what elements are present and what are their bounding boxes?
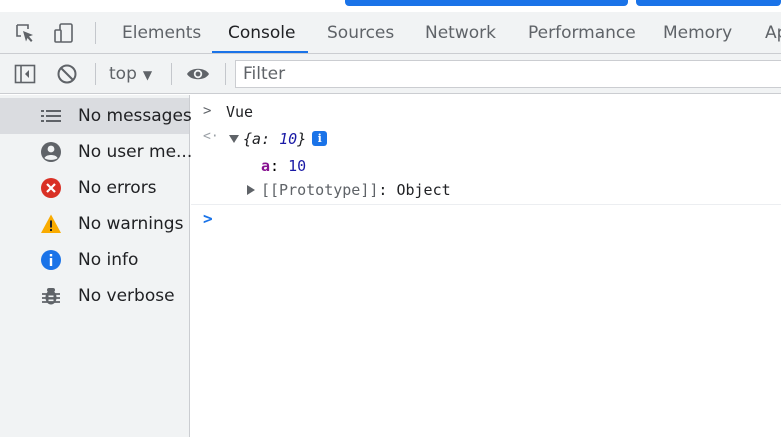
error-icon [40,177,62,199]
brace-open: { [243,130,253,148]
input-expression: Vue [226,103,254,121]
result-object-preview[interactable]: {a: 10} i [229,130,328,148]
prototype-label: [[Prototype]] [261,181,379,199]
sidebar-item-warnings[interactable]: No warnings [0,206,189,242]
sidebar-item-label: No errors [78,178,157,198]
context-selector[interactable]: top ▼ [109,54,152,94]
top-strip [0,0,781,12]
inspect-element-icon[interactable] [14,22,36,44]
list-icon [40,105,62,127]
sidebar-item-messages[interactable]: No messages [0,98,192,134]
tab-application[interactable]: Ap [765,12,781,54]
property-sep: : [270,157,289,175]
tab-separator [95,22,96,44]
warning-icon [40,213,62,235]
console-output: > Vue <· {a: 10} i a: 10 [[Prototype]]: O… [191,95,781,437]
blue-bar-left [345,0,628,6]
sidebar-item-label: No info [78,250,139,270]
prototype-row[interactable]: [[Prototype]]: Object [247,181,451,199]
expand-triangle-icon[interactable] [229,135,239,143]
tab-console[interactable]: Console [228,12,296,54]
sidebar-item-errors[interactable]: No errors [0,170,189,206]
toolbar-separator [225,63,226,85]
devtools-window: Elements Console Sources Network Perform… [0,0,781,437]
chevron-down-icon: ▼ [142,68,153,82]
property-value: 10 [288,157,307,175]
sidebar-item-info[interactable]: No info [0,242,189,278]
active-tab-indicator [212,51,308,53]
tab-elements[interactable]: Elements [122,12,201,54]
info-badge-icon[interactable]: i [312,131,328,146]
sidebar-item-user-messages[interactable]: No user me... [0,134,193,170]
tab-performance[interactable]: Performance [528,12,636,54]
user-icon [40,141,62,163]
console-sidebar: No messages No user me... No errors No w… [0,95,193,437]
console-prompt-icon[interactable]: > [203,209,213,228]
tab-memory[interactable]: Memory [663,12,732,54]
prototype-value: Object [396,181,451,199]
live-expression-eye-icon[interactable] [186,63,209,85]
result-value: 10 [279,130,298,148]
sidebar-item-label: No user me... [78,142,193,162]
prototype-sep: : [378,181,397,199]
result-key: a [252,130,262,148]
tab-network[interactable]: Network [425,12,496,54]
console-toolbar: top ▼ Filter [0,54,781,94]
context-label: top [109,64,137,84]
clear-console-icon[interactable] [56,63,78,85]
tab-sources[interactable]: Sources [327,12,394,54]
sidebar-item-label: No warnings [78,214,184,234]
toolbar-separator [171,63,172,85]
blue-bar-right [636,0,781,6]
sidebar-item-label: No messages [78,106,192,126]
result-return-icon: <· [203,129,219,144]
bug-icon [40,285,62,307]
message-divider [191,204,781,205]
info-icon [40,249,62,271]
input-chevron-icon: > [203,103,212,119]
result-sep: : [261,130,280,148]
toolbar-separator [95,63,96,85]
expand-triangle-icon[interactable] [247,185,255,195]
devtools-tab-bar: Elements Console Sources Network Perform… [0,12,781,54]
console-input-line: > Vue [191,103,781,125]
filter-input[interactable]: Filter [235,60,781,88]
object-property-row: a: 10 [261,157,306,175]
brace-close: } [297,130,307,148]
device-toolbar-icon[interactable] [53,22,75,44]
sidebar-item-verbose[interactable]: No verbose [0,278,189,314]
sidebar-item-label: No verbose [78,286,175,306]
sidebar-toggle-icon[interactable] [14,63,36,85]
property-key: a [261,157,271,175]
